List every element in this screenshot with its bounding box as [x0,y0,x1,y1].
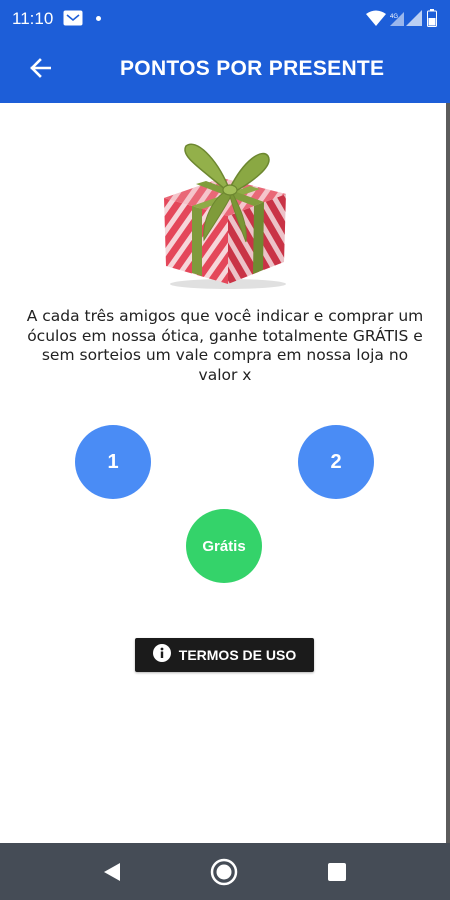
terms-of-use-button[interactable]: TERMOS DE USO [135,638,314,672]
status-time: 11:10 [12,9,54,28]
free-reward-circle: Grátis [186,509,262,583]
gift-box-image [140,138,292,290]
signal-icon: 4G [390,10,404,31]
terms-of-use-label: TERMOS DE USO [178,647,297,663]
system-nav-bar [0,843,450,900]
info-icon [152,643,171,667]
mail-icon [63,10,83,31]
home-circle-icon[interactable] [210,858,238,891]
battery-icon [427,9,437,32]
svg-text:4G: 4G [390,14,398,20]
scroll-edge [446,103,450,843]
wifi-icon [366,10,386,31]
arrow-left-icon [29,57,52,83]
app-bar: PONTOS POR PRESENTE [0,37,450,103]
signal-icon [406,10,422,31]
step-1-circle: 1 [75,425,151,499]
back-button[interactable] [20,51,60,89]
recents-square-icon[interactable] [327,862,347,887]
step-2-circle: 2 [298,425,374,499]
page-title: PONTOS POR PRESENTE [120,57,385,80]
description-text: A cada três amigos que você indicar e co… [26,307,424,384]
status-bar: 11:10 4G [0,0,450,37]
back-triangle-icon[interactable] [102,862,122,887]
notification-dot-icon [96,16,101,21]
